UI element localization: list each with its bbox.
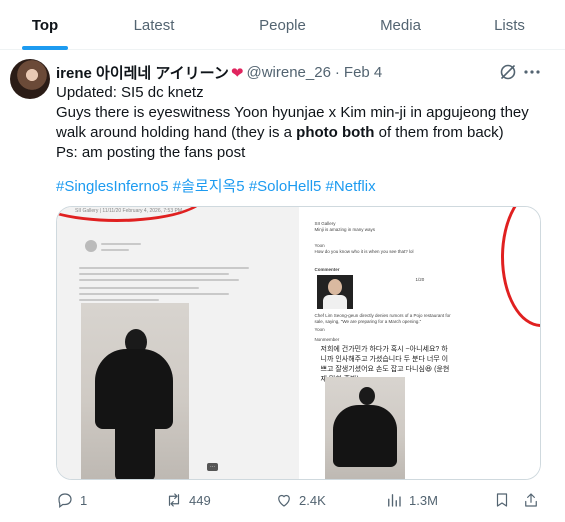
tab-top-label: Top (31, 16, 59, 34)
search-tabs: Top Latest People Media Lists (0, 0, 565, 50)
hashtag-link[interactable]: #SoloHell5 (249, 178, 322, 195)
chat-line: Yoon (314, 243, 325, 248)
tweet-line-3-post: of them from back) (374, 124, 504, 141)
views-count: 1.3M (409, 492, 438, 508)
tab-media-label: Media (380, 16, 421, 34)
tab-lists[interactable]: Lists (454, 0, 565, 50)
chef-thumbnail (316, 275, 353, 309)
media-grid: SII Gallery | 11/11/20 February 4, 2026,… (56, 206, 541, 480)
heart-icon (278, 494, 290, 507)
media-image-left[interactable]: SII Gallery | 11/11/20 February 4, 2026,… (57, 207, 299, 479)
tweet-line-4: Ps: am posting the fans post (56, 144, 246, 161)
couple-photo-2 (324, 377, 405, 479)
reply-button[interactable]: 1 (56, 491, 87, 509)
repost-button[interactable]: 449 (165, 491, 211, 509)
red-scallop-decoration (500, 207, 540, 327)
repost-count: 449 (189, 492, 211, 508)
tweet-bold-text: photo both (296, 124, 375, 141)
person-head (358, 387, 375, 405)
reply-count: 1 (80, 492, 88, 508)
hashtag-list: #SinglesInferno5 #솔로지옥5 #SoloHell5 #Netf… (56, 177, 376, 197)
tab-people-label: People (259, 16, 306, 34)
image-badge: ··· (207, 463, 218, 471)
tab-lists-label: Lists (494, 16, 525, 34)
views-button[interactable]: 1.3M (385, 491, 438, 509)
chat-line: SII Gallery (314, 221, 336, 226)
tweet-line-3: walk around holding hand (they is a phot… (56, 123, 551, 143)
chat-line: How do you know who it is when you see t… (314, 249, 414, 254)
share-button[interactable] (522, 491, 540, 509)
tweet-action-bar: 1 449 2.4K 1.3M (56, 490, 546, 510)
bookmark-icon (496, 493, 508, 507)
tab-latest-label: Latest (133, 16, 175, 34)
chat-line: Yoon (314, 327, 325, 332)
chat-line: Commenter (314, 267, 340, 272)
couple-photo (81, 303, 189, 479)
hashtag-link[interactable]: #솔로지옥5 (173, 178, 245, 195)
grok-icon[interactable] (498, 62, 518, 82)
text-line (79, 279, 239, 281)
views-chart-icon (388, 494, 401, 507)
text-line (79, 293, 229, 295)
tab-top[interactable]: Top (0, 0, 90, 50)
chef-face (327, 279, 342, 295)
chat-line: Nonmember (314, 337, 340, 342)
heart-emoji-icon: ❤ (230, 64, 244, 82)
separator-dot: · (334, 64, 340, 81)
active-tab-indicator (22, 46, 68, 50)
commenter-avatar-icon (85, 240, 97, 252)
text-line (79, 273, 229, 275)
hashtag-link[interactable]: #SinglesInferno5 (56, 178, 169, 195)
text-line (101, 249, 129, 251)
more-options-icon[interactable] (522, 62, 542, 82)
user-handle[interactable]: @wirene_26 (246, 64, 330, 81)
tab-people[interactable]: People (218, 0, 347, 50)
screenshot-header-text: SII Gallery | 11/11/20 February 4, 2026,… (75, 208, 183, 214)
text-line (79, 267, 249, 269)
tweet-header: irene 아이레네 アイリーン ❤ @wirene_26 · Feb 4 (56, 62, 382, 83)
hashtag-link[interactable]: #Netflix (326, 178, 376, 195)
avatar[interactable] (10, 59, 50, 99)
text-line (79, 299, 159, 301)
pager-text: 1/20 (415, 277, 425, 282)
like-button[interactable]: 2.4K (275, 491, 326, 509)
tab-latest[interactable]: Latest (90, 0, 218, 50)
display-name[interactable]: irene 아이레네 アイリーン (56, 62, 229, 83)
person-puffer-jacket (332, 405, 397, 467)
reply-icon (58, 493, 72, 508)
share-icon (525, 493, 537, 507)
like-count: 2.4K (299, 492, 326, 508)
tweet-line-1: Updated: SI5 dc knetz (56, 84, 204, 101)
tweet-date[interactable]: Feb 4 (344, 64, 382, 81)
repost-icon (168, 493, 180, 507)
person-legs (115, 423, 155, 479)
tweet-line-3-pre: walk around holding hand (they is a (56, 124, 297, 141)
text-line (79, 287, 199, 289)
bookmark-button[interactable] (493, 491, 511, 509)
text-line (101, 243, 141, 245)
tab-media[interactable]: Media (347, 0, 454, 50)
tweet-line-2: Guys there is eyeswitness Yoon hyunjae x… (56, 104, 529, 121)
media-image-right[interactable]: SII Gallery Minji is amazing in many way… (298, 207, 540, 479)
chat-line: Chef Lim Seong-geun directly denies rumo… (314, 313, 451, 324)
chat-line: Minji is amazing in many ways (314, 227, 376, 232)
person-puffer-jacket (95, 349, 173, 429)
tweet-text: Updated: SI5 dc knetz Guys there is eyes… (56, 83, 551, 163)
chef-coat (322, 295, 347, 309)
